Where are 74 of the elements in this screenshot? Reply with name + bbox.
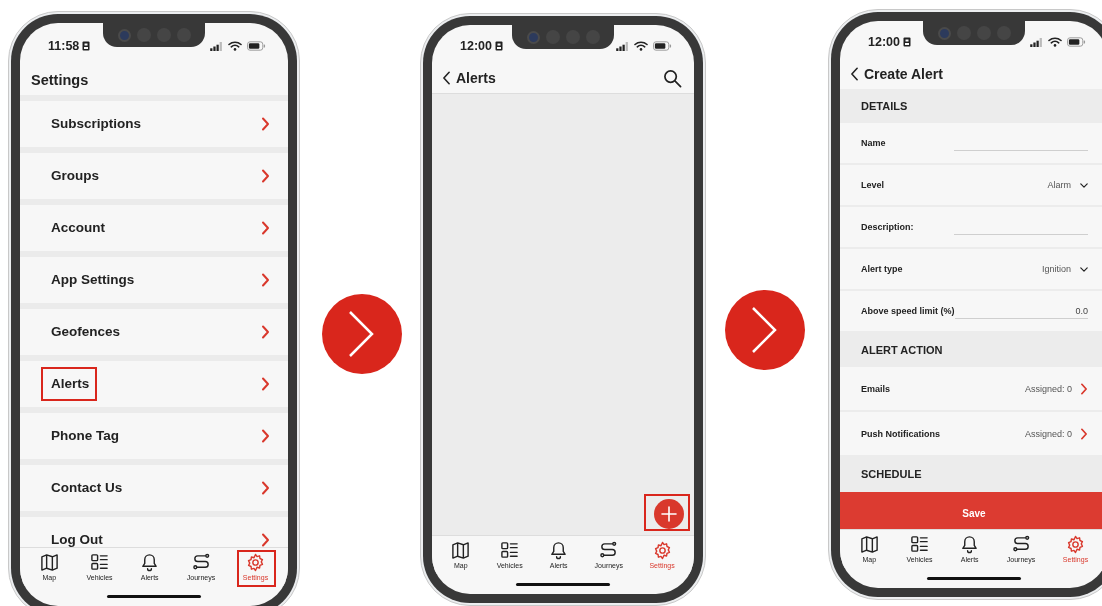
sim-card-icon bbox=[82, 41, 91, 51]
wifi-icon bbox=[1048, 37, 1062, 47]
wifi-icon bbox=[634, 41, 648, 51]
route-icon bbox=[191, 553, 211, 572]
field-label: Level bbox=[861, 180, 884, 190]
status-time: 12:00 bbox=[460, 39, 492, 53]
settings-item[interactable]: Geofences bbox=[20, 309, 288, 355]
bell-icon bbox=[549, 541, 569, 560]
next-step-icon bbox=[322, 294, 402, 374]
back-icon[interactable] bbox=[850, 67, 859, 81]
settings-icon bbox=[652, 541, 672, 560]
screen-title: Alerts bbox=[456, 70, 496, 86]
signal-icon bbox=[210, 41, 223, 51]
route-icon bbox=[599, 541, 619, 560]
route-icon bbox=[1011, 535, 1031, 554]
settings-item[interactable]: Log Out bbox=[20, 517, 288, 547]
dropdown[interactable]: Ignition bbox=[1041, 264, 1088, 274]
input-field[interactable]: 0.0 bbox=[954, 303, 1088, 319]
field-label: Name bbox=[861, 138, 886, 148]
chevron-right-icon bbox=[261, 117, 270, 131]
map-icon bbox=[39, 553, 59, 572]
chevron-right-icon bbox=[261, 377, 270, 391]
settings-item[interactable]: Account bbox=[20, 205, 288, 251]
sim-card-icon bbox=[903, 37, 911, 47]
field-label: Alert type bbox=[861, 264, 903, 274]
settings-item[interactable]: Subscriptions bbox=[20, 101, 288, 147]
list-icon bbox=[90, 553, 109, 572]
add-button[interactable] bbox=[654, 499, 684, 529]
battery-icon bbox=[1067, 37, 1086, 47]
signal-icon bbox=[616, 41, 629, 51]
chevron-right-icon bbox=[1080, 382, 1088, 395]
bell-icon bbox=[960, 535, 980, 554]
field-label: Above speed limit (%) bbox=[861, 306, 955, 316]
search-icon[interactable] bbox=[663, 68, 682, 88]
map-icon bbox=[451, 541, 471, 560]
chevron-right-icon bbox=[261, 429, 270, 443]
wifi-icon bbox=[228, 41, 242, 51]
signal-icon bbox=[1030, 37, 1043, 47]
battery-icon bbox=[653, 41, 672, 51]
assigned-link[interactable]: Assigned: 0 bbox=[1024, 427, 1088, 440]
sim-card-icon bbox=[495, 41, 503, 51]
list-icon bbox=[910, 535, 929, 554]
assigned-link[interactable]: Assigned: 0 bbox=[1024, 382, 1088, 395]
chevron-right-icon bbox=[261, 221, 270, 235]
screen-title: Settings bbox=[31, 72, 89, 88]
field-label: Emails bbox=[861, 383, 891, 394]
status-time: 11:58 bbox=[48, 39, 80, 53]
save-button[interactable]: Save bbox=[840, 492, 1102, 529]
dropdown[interactable]: Alarm bbox=[1047, 180, 1088, 190]
chevron-right-icon bbox=[261, 169, 270, 183]
battery-icon bbox=[247, 41, 266, 51]
field-label: Push Notifications bbox=[861, 428, 940, 439]
status-time: 12:00 bbox=[868, 35, 900, 49]
settings-item[interactable]: Alerts bbox=[20, 361, 288, 407]
chevron-right-icon bbox=[261, 325, 270, 339]
chevron-down-icon bbox=[1080, 266, 1088, 272]
settings-item[interactable]: App Settings bbox=[20, 257, 288, 303]
chevron-right-icon bbox=[1080, 427, 1088, 440]
settings-icon bbox=[246, 553, 265, 572]
field-label: Description: bbox=[861, 222, 914, 232]
back-icon[interactable] bbox=[442, 71, 451, 85]
settings-item[interactable]: Groups bbox=[20, 153, 288, 199]
settings-icon bbox=[1066, 535, 1085, 554]
settings-item[interactable]: Phone Tag bbox=[20, 413, 288, 459]
bell-icon bbox=[140, 553, 160, 572]
settings-item[interactable]: Contact Us bbox=[20, 465, 288, 511]
chevron-right-icon bbox=[261, 533, 270, 547]
chevron-right-icon bbox=[261, 481, 270, 495]
screen-title: Create Alert bbox=[864, 66, 943, 82]
map-icon bbox=[859, 535, 879, 554]
list-icon bbox=[500, 541, 520, 560]
chevron-right-icon bbox=[261, 273, 270, 287]
next-step-icon bbox=[725, 290, 805, 370]
chevron-down-icon bbox=[1080, 182, 1088, 188]
